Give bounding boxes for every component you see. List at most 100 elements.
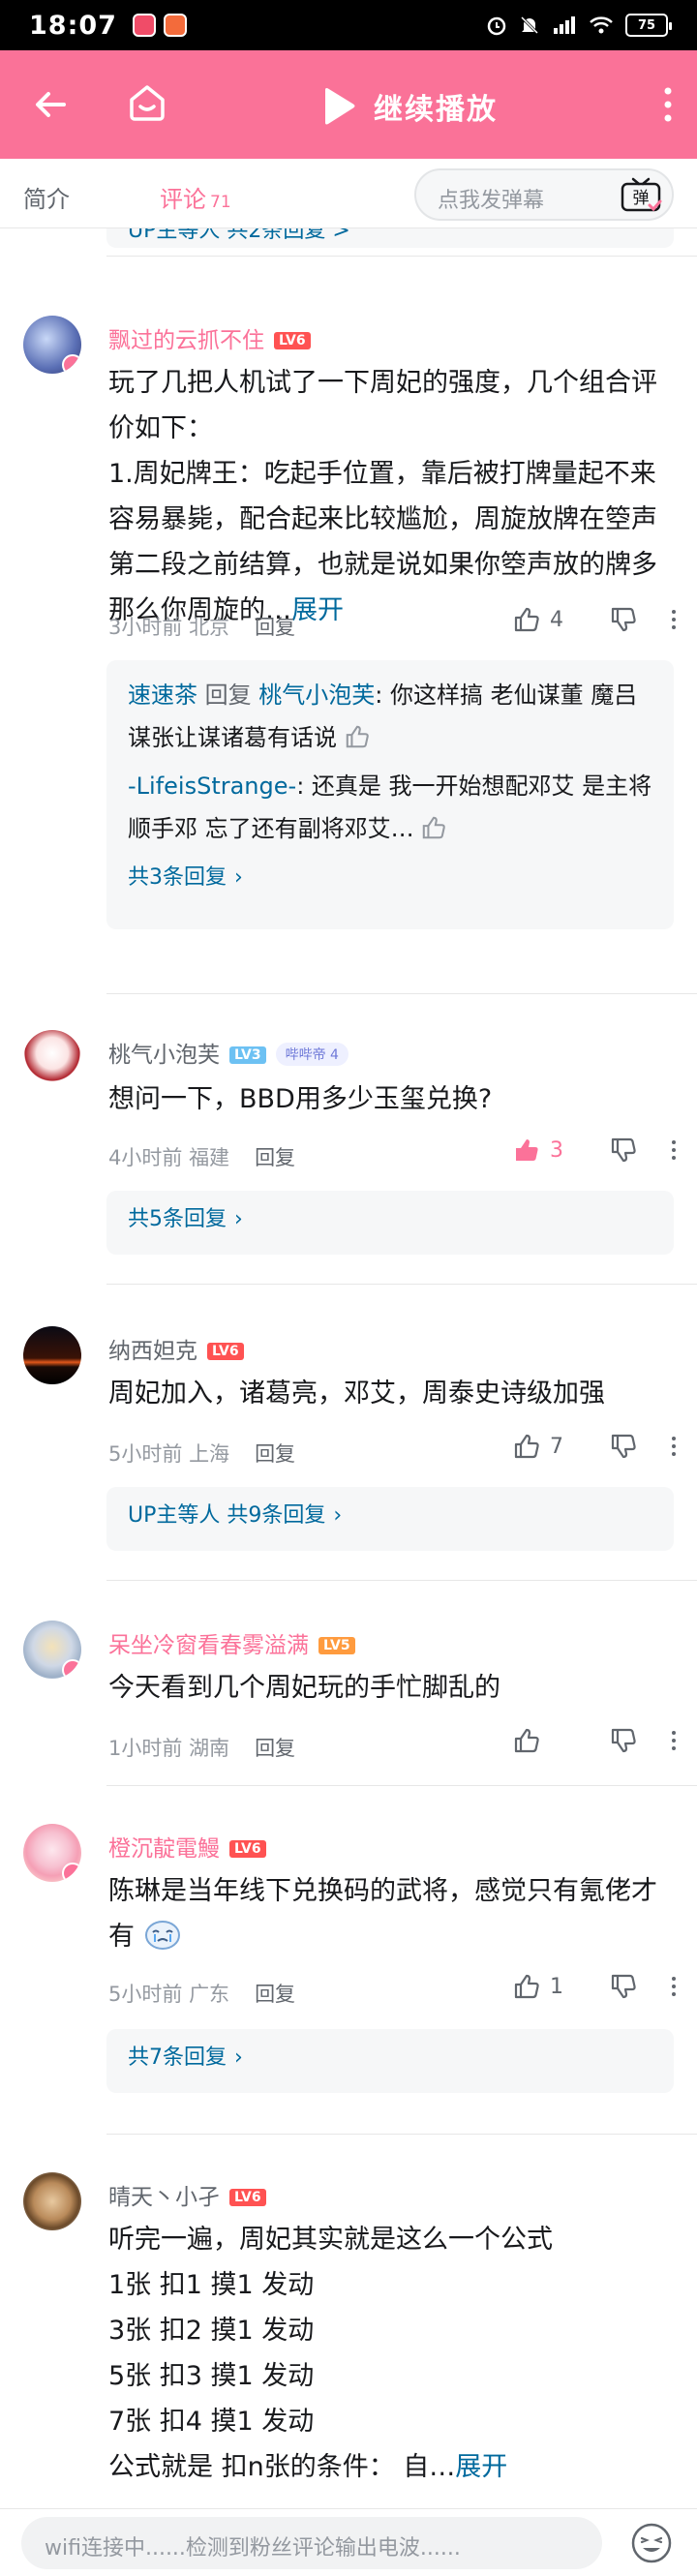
comment-input[interactable]: wifi连接中......检测到粉丝评论输出电波...... — [21, 2517, 602, 2569]
comment-actions: 3 — [513, 1136, 683, 1164]
comment-more-icon[interactable] — [664, 610, 683, 629]
sub-like-icon[interactable] — [421, 815, 446, 840]
avatar[interactable] — [23, 316, 81, 374]
comment-divider — [106, 2134, 697, 2135]
like-button[interactable] — [513, 1727, 583, 1754]
comment-time: 3小时前 — [108, 616, 183, 639]
avatar[interactable] — [23, 1621, 81, 1679]
comment-body: 听完一遍，周妃其实就是这么一个公式 1张 扣1 摸1 发动 3张 扣2 摸1 发… — [108, 2217, 670, 2490]
view-all-replies[interactable]: 共5条回复 › — [106, 1201, 674, 1232]
comment-body: 玩了几把人机试了一下周妃的强度，几个组合评价如下： 1.周妃牌王：吃起手位置，靠… — [108, 360, 670, 633]
reply-button[interactable]: 回复 — [255, 1442, 295, 1466]
comment-actions: 7 — [513, 1433, 683, 1460]
mute-icon — [520, 15, 539, 35]
emoji-icon[interactable] — [629, 2521, 674, 2565]
avatar[interactable] — [23, 2172, 81, 2230]
like-count: 7 — [550, 1434, 563, 1459]
comment-username[interactable]: 橙沉靛電鰻 LV6 — [108, 1830, 266, 1863]
comment-username[interactable]: 呆坐冷窗看春雾溢满 LV5 — [108, 1626, 355, 1659]
alarm-icon — [487, 16, 506, 36]
danmu-button-label: 弹 — [633, 189, 650, 208]
chevron-right-icon: › — [333, 1503, 343, 1528]
comment-location: 北京 — [189, 616, 230, 639]
sub-reply-box[interactable]: 共7条回复 › — [106, 2029, 674, 2093]
like-button[interactable]: 4 — [513, 606, 583, 633]
tab-comments-count: 71 — [210, 193, 231, 212]
sub-reply-box[interactable]: UP主等人 共9条回复 › — [106, 1487, 674, 1551]
like-button[interactable]: 7 — [513, 1433, 583, 1460]
reply-button[interactable]: 回复 — [255, 1983, 295, 2006]
thumb-up-icon — [514, 1728, 539, 1753]
comment-actions: 1 — [513, 1973, 683, 2000]
thumb-down-icon[interactable] — [604, 1136, 643, 1164]
comment-more-icon[interactable] — [664, 1977, 683, 1996]
avatar[interactable] — [23, 1824, 81, 1882]
username-text: 呆坐冷窗看春雾溢满 — [108, 1633, 309, 1658]
sub-reply-box[interactable]: 共5条回复 › — [106, 1191, 674, 1255]
sub-reply-user[interactable]: -LifeisStrange- — [128, 773, 296, 800]
view-all-replies[interactable]: 共7条回复 › — [106, 2040, 674, 2071]
previous-reply-summary[interactable]: UP主等人 共2条回复 > — [106, 228, 674, 248]
thumb-down-icon[interactable] — [604, 606, 643, 633]
comment-body: 陈琳是当年线下兑换码的武将，感觉只有氪佬才有 — [108, 1868, 670, 1959]
like-button[interactable]: 3 — [513, 1136, 583, 1164]
reply-button[interactable]: 回复 — [255, 1146, 295, 1169]
danmu-input[interactable]: 点我发弹幕 弹 — [414, 168, 674, 221]
comment-text: 今天看到几个周妃玩的手忙脚乱的 — [108, 1673, 500, 1703]
comment-more-icon[interactable] — [664, 1140, 683, 1160]
view-all-replies[interactable]: UP主等人 共9条回复 › — [106, 1498, 674, 1529]
comment-body: 想问一下，BBD用多少玉玺兑换? — [108, 1076, 670, 1122]
danmu-toggle-icon[interactable]: 弹 — [620, 175, 662, 214]
sub-reply[interactable]: 速速茶 回复 桃气小泡芙: 你这样搞 老仙谋董 魔吕谋张让谋诸葛有话说 — [106, 660, 674, 759]
view-all-replies[interactable]: 共3条回复 › — [106, 850, 674, 891]
comment-username[interactable]: 飘过的云抓不住 LV6 — [108, 321, 311, 354]
vip-badge-icon — [62, 1659, 81, 1679]
comment-username[interactable]: 桃气小泡芙 LV3 哔哔帝 4 — [108, 1036, 348, 1069]
comment-body: 今天看到几个周妃玩的手忙脚乱的 — [108, 1665, 670, 1711]
thumb-up-icon — [514, 1434, 539, 1459]
back-arrow-icon[interactable] — [31, 85, 70, 124]
like-button[interactable]: 1 — [513, 1973, 583, 2000]
sub-reply[interactable]: -LifeisStrange-: 还真是 我一开始想配邓艾 是主将顺手邓 忘了还… — [106, 759, 674, 850]
view-all-replies-label: 共7条回复 — [128, 2046, 227, 2070]
reply-button[interactable]: 回复 — [255, 616, 295, 639]
avatar[interactable] — [23, 1030, 81, 1088]
level-badge: LV3 — [229, 1046, 266, 1064]
level-badge: LV6 — [229, 2189, 266, 2206]
comment-divider — [106, 1580, 697, 1581]
danmu-placeholder: 点我发弹幕 — [438, 189, 545, 213]
tab-intro[interactable]: 简介 — [23, 180, 70, 214]
comment-username[interactable]: 晴天丶小孑 LV6 — [108, 2178, 266, 2211]
sub-reply-box[interactable]: 速速茶 回复 桃气小泡芙: 你这样搞 老仙谋董 魔吕谋张让谋诸葛有话说 -Lif… — [106, 660, 674, 929]
comment-location: 广东 — [189, 1983, 230, 2006]
username-text: 飘过的云抓不住 — [108, 328, 264, 353]
play-icon — [325, 88, 355, 125]
expand-link[interactable]: 展开 — [455, 2452, 507, 2482]
comment-more-icon[interactable] — [664, 1731, 683, 1750]
thumb-down-icon[interactable] — [604, 1727, 643, 1754]
status-indicators: 75 — [486, 14, 672, 37]
sub-like-icon[interactable] — [345, 724, 370, 749]
expand-link[interactable]: 展开 — [291, 595, 344, 625]
sub-reply-target[interactable]: 桃气小泡芙 — [258, 682, 375, 709]
crying-emoji-icon — [144, 1921, 180, 1950]
thumb-up-icon — [514, 1974, 539, 1999]
home-icon[interactable] — [126, 81, 168, 124]
comment-divider — [106, 1284, 697, 1285]
avatar[interactable] — [23, 1326, 81, 1384]
thumb-up-filled-icon — [516, 1139, 538, 1161]
sub-reply-user[interactable]: 速速茶 — [128, 682, 197, 709]
username-text: 橙沉靛電鰻 — [108, 1836, 220, 1862]
reply-button[interactable]: 回复 — [255, 1737, 295, 1760]
comment-text: 周妃加入，诸葛亮，邓艾，周泰史诗级加强 — [108, 1379, 605, 1409]
continue-play-button[interactable]: 继续播放 — [321, 85, 498, 128]
vip-badge-icon — [62, 354, 81, 374]
like-count: 4 — [550, 607, 563, 632]
thumb-down-icon[interactable] — [604, 1433, 643, 1460]
view-all-replies-label: UP主等人 共9条回复 — [128, 1503, 326, 1528]
more-options-icon[interactable] — [658, 85, 678, 124]
thumb-down-icon[interactable] — [604, 1973, 643, 2000]
comment-username[interactable]: 纳西妲克 LV6 — [108, 1332, 244, 1365]
comment-more-icon[interactable] — [664, 1437, 683, 1456]
username-text: 晴天丶小孑 — [108, 2185, 220, 2210]
